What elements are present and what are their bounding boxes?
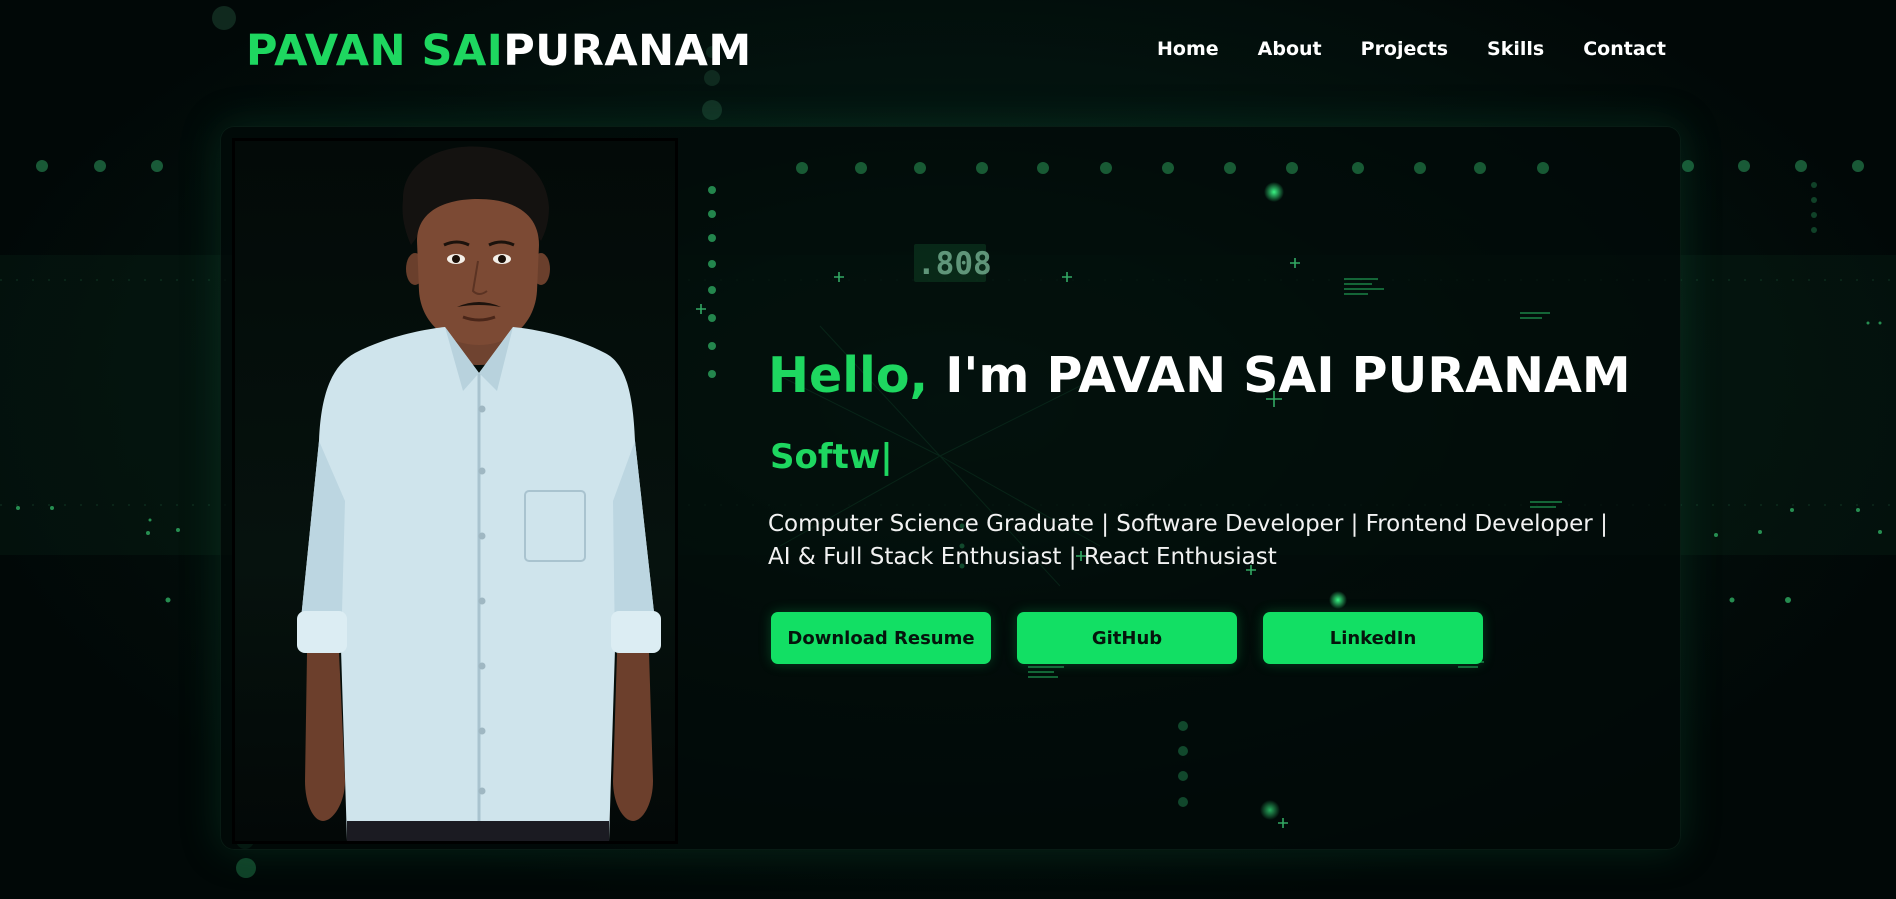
- nav-projects[interactable]: Projects: [1361, 36, 1448, 62]
- tagline-line-1: Computer Science Graduate | Software Dev…: [768, 511, 1608, 537]
- tagline-line-2: AI & Full Stack Enthusiast | React Enthu…: [768, 544, 1277, 570]
- nav-contact[interactable]: Contact: [1583, 36, 1666, 62]
- hero-headline: Hello, I'm PAVAN SAI PURANAM: [768, 344, 1631, 408]
- portfolio-page: PAVAN SAIPURANAM Home About Projects Ski…: [0, 0, 1896, 899]
- hero-tagline: Computer Science Graduate | Software Dev…: [768, 508, 1628, 574]
- hero-content: Hello, I'm PAVAN SAI PURANAM Softw| Comp…: [768, 126, 1648, 850]
- download-resume-button[interactable]: Download Resume: [771, 612, 991, 664]
- hero-card: .808 Hello, I'm PAVAN SAI PURANAM Softw|…: [220, 126, 1681, 850]
- site-header: PAVAN SAIPURANAM Home About Projects Ski…: [0, 0, 1896, 100]
- greeting-text: Hello,: [768, 347, 929, 404]
- hero-buttons: Download Resume GitHub LinkedIn: [771, 612, 1509, 664]
- nav-skills[interactable]: Skills: [1487, 36, 1544, 62]
- main-nav: Home About Projects Skills Contact: [1118, 36, 1666, 62]
- linkedin-button[interactable]: LinkedIn: [1263, 612, 1483, 664]
- person-illustration: [297, 146, 661, 841]
- profile-photo: [232, 138, 678, 844]
- site-logo[interactable]: PAVAN SAIPURANAM: [246, 22, 752, 80]
- logo-first-name: PAVAN SAI: [246, 26, 504, 76]
- nav-about[interactable]: About: [1258, 36, 1322, 62]
- intro-name-text: I'm PAVAN SAI PURANAM: [945, 347, 1631, 404]
- typewriter-text: Softw|: [770, 437, 893, 477]
- logo-last-name: PURANAM: [503, 26, 752, 76]
- nav-home[interactable]: Home: [1157, 36, 1219, 62]
- github-button[interactable]: GitHub: [1017, 612, 1237, 664]
